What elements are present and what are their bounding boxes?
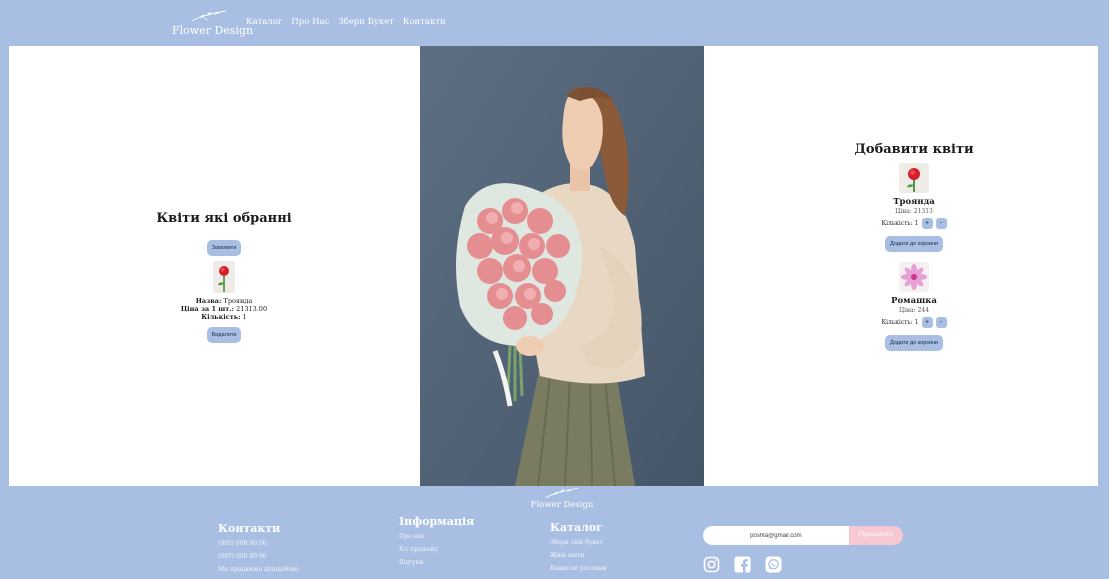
info-bestsellers-link[interactable]: Хіт продажу	[399, 546, 474, 553]
nav-about[interactable]: Про Нас	[291, 17, 329, 27]
catalog-live-flowers-link[interactable]: Живі квіти	[550, 552, 607, 559]
selected-quantity: Кількість: 1	[201, 313, 247, 321]
social-links	[703, 556, 782, 573]
footer-contacts: Контакти (095) 000 00 00 (097) 000 00 00…	[218, 522, 299, 579]
working-hours: Ми працюємо цілодобово	[218, 566, 299, 573]
whatsapp-icon[interactable]	[765, 556, 782, 573]
logo-text: Flower Design	[172, 24, 254, 37]
info-title: Інформація	[399, 515, 475, 528]
subscribe-form: Підписатися	[703, 526, 903, 545]
footer-logo-text: Flower Design	[530, 500, 594, 510]
nav-contacts[interactable]: Контакти	[403, 17, 446, 27]
logo-branch-icon	[191, 10, 227, 22]
catalog-house-plants-link[interactable]: Кімнатні рослини	[550, 565, 607, 572]
rose-image	[899, 163, 929, 193]
decrease-button[interactable]: -	[935, 218, 947, 229]
footer: Flower Design Контакти (095) 000 00 00 (…	[0, 486, 1109, 579]
selected-price: Ціна за 1 шт.: 21313.00	[180, 305, 268, 313]
increase-button[interactable]: +	[921, 218, 933, 229]
add-title: Добавити квіти	[854, 142, 974, 157]
main-nav: Каталог Про Нас Збери Букет Контакти	[246, 17, 446, 27]
daisy-image	[899, 262, 929, 292]
order-button[interactable]: Замовити	[206, 240, 242, 256]
product-card: Ромашка Ціна: 244 Кількість: 1 + - Додат…	[854, 262, 974, 351]
nav-catalog[interactable]: Каталог	[246, 17, 282, 27]
catalog-build-bouquet-link[interactable]: Збери свій букет	[550, 539, 607, 546]
footer-logo-branch-icon	[545, 487, 579, 499]
add-to-cart-button[interactable]: Додати до корзини	[884, 335, 943, 351]
add-flowers-panel: Добавити квіти Троянда Ціна: 21313 Кільк…	[854, 142, 974, 361]
product-price: Ціна: 21313	[895, 208, 933, 215]
left-border	[0, 46, 9, 486]
selected-title: Квіти які обранні	[156, 211, 292, 226]
catalog-title: Каталог	[550, 521, 603, 534]
subscribe-button[interactable]: Підписатися	[848, 526, 903, 545]
quantity-label: Кількість: 1	[881, 319, 919, 326]
selected-name: Назва: Троянда	[195, 297, 253, 305]
footer-catalog: Каталог Збери свій букет Живі квіти Кімн…	[550, 521, 607, 578]
selected-flowers-panel: Квіти які обранні Замовити Назва: Троянд…	[149, 211, 299, 343]
phone-1[interactable]: (095) 000 00 00	[218, 540, 299, 547]
facebook-icon[interactable]	[734, 556, 751, 573]
remove-button[interactable]: Видалити	[206, 327, 242, 343]
hero-image	[420, 46, 704, 486]
info-about-link[interactable]: Про нас	[399, 533, 474, 540]
product-card: Троянда Ціна: 21313 Кількість: 1 + - Дод…	[854, 163, 974, 252]
header: Flower Design Каталог Про Нас Збери Буке…	[0, 0, 1109, 46]
product-price: Ціна: 244	[898, 307, 930, 314]
contacts-title: Контакти	[218, 522, 281, 535]
email-input[interactable]	[703, 526, 849, 545]
info-reviews-link[interactable]: Відгуки	[399, 559, 474, 566]
logo[interactable]: Flower Design	[172, 9, 254, 39]
footer-info: Інформація Про нас Хіт продажу Відгуки	[399, 515, 474, 572]
increase-button[interactable]: +	[921, 317, 933, 328]
product-name: Ромашка	[891, 296, 937, 306]
quantity-row: Кількість: 1 + -	[854, 317, 974, 328]
quantity-row: Кількість: 1 + -	[854, 218, 974, 229]
instagram-icon[interactable]	[703, 556, 720, 573]
product-name: Троянда	[893, 197, 935, 207]
selected-flower-image	[213, 261, 235, 293]
phone-2[interactable]: (097) 000 00 00	[218, 553, 299, 560]
quantity-label: Кількість: 1	[881, 220, 919, 227]
add-to-cart-button[interactable]: Додати до корзини	[884, 236, 943, 252]
decrease-button[interactable]: -	[935, 317, 947, 328]
right-border	[1098, 46, 1109, 486]
nav-build-bouquet[interactable]: Збери Букет	[338, 17, 394, 27]
main-content: Квіти які обранні Замовити Назва: Троянд…	[9, 46, 1098, 486]
